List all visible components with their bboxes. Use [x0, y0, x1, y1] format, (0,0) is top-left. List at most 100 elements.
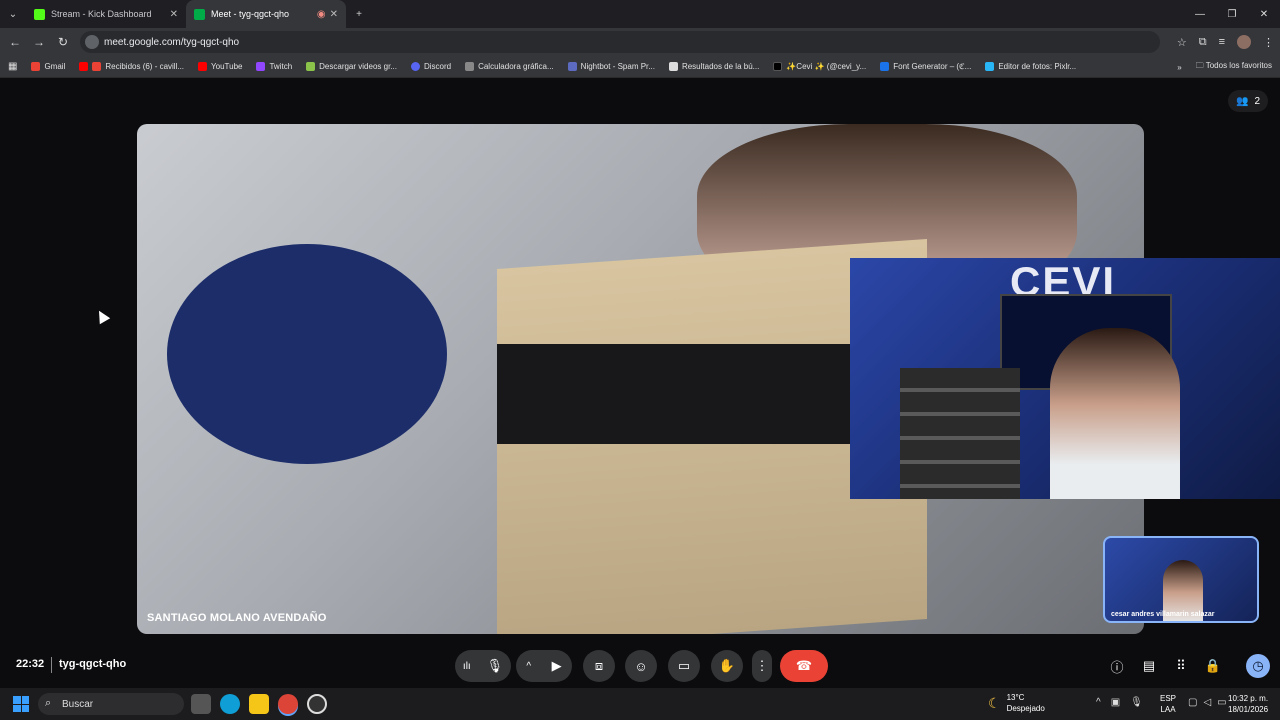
tab-search-button[interactable]: ⌄ [0, 0, 26, 28]
forward-icon[interactable]: → [27, 35, 51, 49]
obs-icon[interactable] [307, 694, 327, 714]
microphone-icon: 🎙 [486, 658, 504, 673]
tab-close-icon[interactable]: ✕ [330, 9, 338, 20]
new-tab-button[interactable]: + [346, 0, 372, 28]
more-bookmarks-icon[interactable]: » [1177, 63, 1181, 72]
toolbar-actions: ☆ ⧉ ≡ ⋮ [1177, 28, 1274, 56]
host-controls-button[interactable]: 🔒 [1201, 654, 1225, 678]
network-volume-battery[interactable]: ▢ ◁ ▭ [1188, 697, 1227, 708]
edge-icon[interactable] [220, 694, 240, 714]
back-icon[interactable]: ← [3, 35, 27, 49]
media-controls-icon[interactable]: ≡ [1219, 36, 1225, 48]
bookmark-font-generator[interactable]: Font Generator – (ℭ... [880, 62, 971, 71]
bookmark-star-icon[interactable]: ☆ [1177, 36, 1187, 49]
system-tray: ^ ▣ 🎙 [1096, 697, 1143, 708]
bookmarks-bar: ▦ Gmail Recibidos (6) - cavill... YouTub… [0, 56, 1280, 78]
bookmark-youtube[interactable]: YouTube [198, 62, 242, 71]
document-icon [668, 62, 678, 71]
raise-hand-button[interactable]: ✋ [711, 650, 743, 682]
bookmark-discord[interactable]: Discord [410, 62, 452, 71]
meeting-info-button[interactable]: ⓘ [1105, 654, 1129, 678]
bookmark-label: Calculadora gráfica... [478, 62, 554, 71]
chevron-up-icon[interactable]: ^ [1096, 697, 1101, 708]
address-bar[interactable]: meet.google.com/tyg-qgct-qho [80, 31, 1160, 53]
bookmark-nightbot[interactable]: Nightbot - Spam Pr... [567, 62, 655, 71]
menu-icon[interactable]: ⋮ [1263, 36, 1274, 49]
apps-grid-icon[interactable]: ▦ [8, 61, 17, 72]
language-indicator[interactable]: ESP LAA [1160, 693, 1176, 715]
audio-options-button[interactable]: ılı 🎙 [455, 650, 511, 682]
reload-icon[interactable]: ↻ [51, 35, 75, 49]
tab-close-icon[interactable]: ✕ [170, 9, 178, 20]
gmail-icon [31, 62, 41, 71]
all-favorites-label: Todos los favoritos [1205, 61, 1272, 70]
self-view-tile[interactable]: cesar andres villamarin salazar [1103, 536, 1259, 623]
tray-app-icon[interactable]: ▣ [1111, 697, 1120, 708]
bookmark-label: Discord [423, 62, 452, 71]
more-options-button[interactable]: ⋮ [752, 650, 772, 682]
participant-count: 2 [1254, 95, 1260, 107]
microphone-icon[interactable]: 🎙 [1130, 697, 1143, 708]
discord-icon [410, 62, 420, 71]
captions-icon: ▭ [677, 658, 691, 673]
volume-icon: ◁ [1203, 697, 1212, 708]
bookmark-search-results[interactable]: Resultados de la bú... [668, 62, 759, 71]
video-background [1050, 328, 1180, 499]
youtube-icon [79, 62, 89, 71]
participants-chip[interactable]: 👥 2 [1228, 90, 1268, 112]
video-background [167, 244, 447, 464]
timer-button[interactable]: ◷ [1246, 654, 1270, 678]
bookmark-twitch[interactable]: Twitch [256, 62, 292, 71]
search-placeholder: Buscar [62, 698, 94, 710]
close-icon[interactable]: ✕ [1248, 0, 1280, 28]
activities-button[interactable]: ⠿ [1169, 654, 1193, 678]
font-icon [880, 62, 890, 71]
end-call-icon: ☎ [795, 658, 813, 673]
bookmark-label: Twitch [269, 62, 293, 71]
weather-temp: 13°C [1006, 693, 1025, 702]
leave-call-button[interactable]: ☎ [780, 650, 828, 682]
weather-widget[interactable]: ☾ 13°C Despejado [988, 692, 1045, 714]
tab-meet[interactable]: Meet - tyg-qgct-qho ◉ ✕ [186, 0, 346, 28]
self-name: cesar andres villamarin salazar [1111, 611, 1215, 618]
chat-button[interactable]: ▤ [1137, 654, 1161, 678]
search-icon: ⌕ [45, 697, 52, 709]
meet-icon [194, 8, 205, 20]
tab-kick-dashboard[interactable]: Stream - Kick Dashboard ✕ [26, 0, 186, 28]
bookmark-inbox[interactable]: Recibidos (6) - cavill... [79, 62, 184, 71]
bookmark-pixlr[interactable]: Editor de fotos: Pixlr... [985, 62, 1076, 71]
captions-button[interactable]: ▭ [668, 650, 700, 682]
profile-avatar[interactable] [1237, 35, 1251, 49]
bookmarks-right: » 🗀 Todos los favoritos [1177, 60, 1272, 74]
windows-start-icon[interactable] [13, 696, 29, 712]
all-favorites[interactable]: 🗀 Todos los favoritos [1196, 60, 1272, 74]
info-icon: ⓘ [1110, 659, 1124, 675]
network-icon: ▢ [1188, 697, 1198, 708]
reactions-button[interactable]: ☺ [625, 650, 657, 682]
more-vert-icon: ⋮ [755, 658, 769, 673]
bookmark-calculator[interactable]: Calculadora gráfica... [465, 62, 554, 71]
bookmark-download-videos[interactable]: Descargar videos gr... [306, 62, 397, 71]
bookmark-tiktok[interactable]: ✨Cevi ✨ (@cevi_y... [773, 62, 866, 71]
windows-taskbar: ⌕ Buscar ☾ 13°C Despejado ^ ▣ 🎙 ESP LAA … [0, 688, 1280, 720]
audio-level-icon: ılı [462, 660, 471, 672]
recording-icon: ◉ [316, 8, 326, 20]
restore-icon[interactable]: ❐ [1216, 0, 1248, 28]
extensions-icon[interactable]: ⧉ [1199, 36, 1207, 49]
camera-button[interactable]: ^ ▶ [516, 650, 572, 682]
emoji-icon: ☺ [634, 658, 648, 674]
chat-icon: ▤ [1142, 658, 1156, 673]
share-screen-button[interactable]: ⧈ [583, 650, 615, 682]
bookmark-gmail[interactable]: Gmail [31, 62, 65, 71]
clock-time: 10:32 p. m. [1228, 694, 1269, 703]
folder-icon: 🗀 [1195, 61, 1204, 70]
site-info-icon[interactable] [85, 35, 99, 49]
file-explorer-icon[interactable] [249, 694, 269, 714]
taskbar-search[interactable]: ⌕ Buscar [38, 693, 184, 715]
clock[interactable]: 10:32 p. m. 18/01/2026 [1228, 693, 1268, 715]
task-view-icon[interactable] [191, 694, 211, 714]
chrome-icon[interactable] [278, 694, 298, 714]
meeting-time: 22:32 [16, 658, 45, 670]
minimize-icon[interactable]: — [1184, 0, 1216, 28]
lang-code: ESP [1160, 694, 1177, 703]
